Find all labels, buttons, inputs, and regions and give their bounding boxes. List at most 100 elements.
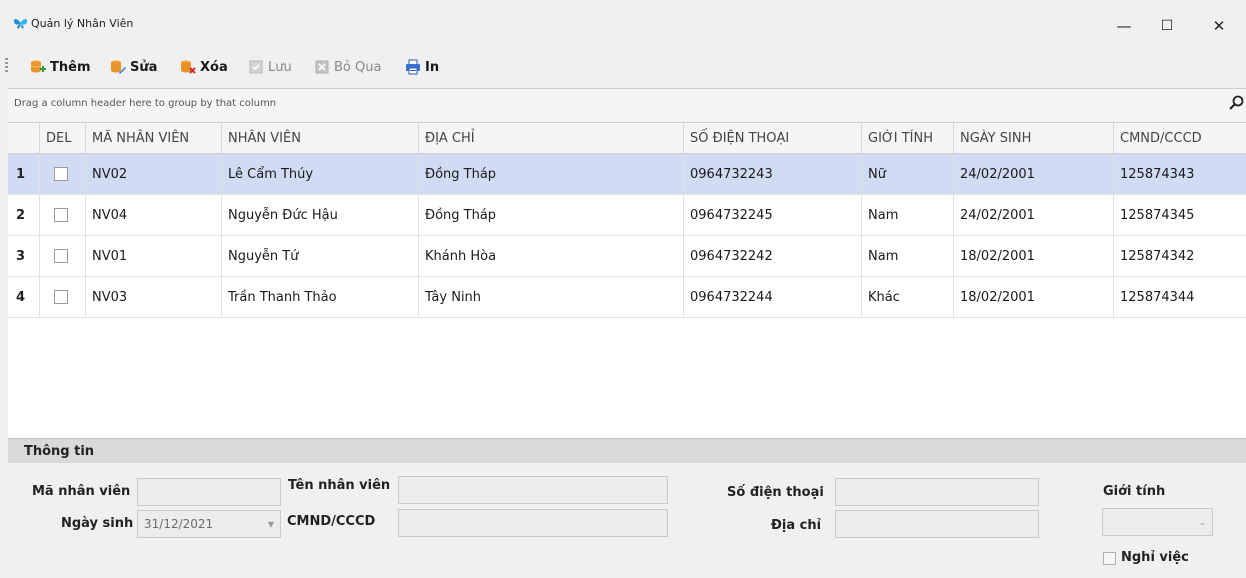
save-button[interactable]: Lưu	[248, 56, 292, 78]
nghi-viec-label: Nghỉ việc	[1121, 550, 1189, 565]
gioi-tinh-cell: Nam	[862, 195, 954, 235]
gioi-tinh-select[interactable]: ⌄	[1102, 508, 1213, 536]
dia-chi-cell: Đồng Tháp	[419, 154, 684, 194]
table-row[interactable]: 2 NV04 Nguyễn Đức Hậu Đồng Tháp 09647322…	[8, 195, 1246, 236]
column-header-ma-nv[interactable]: MÃ NHÂN VIÊN	[86, 123, 222, 154]
sdt-cell: 0964732242	[684, 236, 862, 276]
dia-chi-cell: Tây Ninh	[419, 277, 684, 317]
sdt-input[interactable]	[835, 478, 1039, 506]
del-cell	[40, 154, 86, 194]
row-number-header	[8, 123, 40, 154]
column-header-gioi-tinh[interactable]: GIỚI TÍNH	[862, 123, 954, 154]
table-row[interactable]: 3 NV01 Nguyễn Tứ Khánh Hòa 0964732242 Na…	[8, 236, 1246, 277]
cmnd-cell: 125874344	[1120, 289, 1195, 305]
ngay-sinh-cell: 18/02/2001	[954, 277, 1114, 317]
nghi-viec-checkbox[interactable]	[1103, 552, 1116, 565]
toolbar-grip[interactable]	[5, 58, 8, 72]
nhan-vien-cell: Lê Cẩm Thúy	[222, 154, 419, 194]
column-header-nhan-vien[interactable]: NHÂN VIÊN	[222, 123, 419, 154]
ma-nv-input[interactable]	[137, 478, 281, 506]
database-delete-icon	[181, 60, 196, 74]
info-panel-title: Thông tin	[24, 444, 95, 459]
grid-header: DEL MÃ NHÂN VIÊN NHÂN VIÊN ĐỊA CHỈ SỐ ĐI…	[8, 123, 1246, 154]
sdt-label: Số điện thoại	[727, 485, 824, 500]
del-checkbox[interactable]	[54, 167, 68, 181]
nhan-vien-cell: Nguyễn Đức Hậu	[222, 195, 419, 235]
toolbar: Thêm Sửa Xóa Lưu Bỏ Qua In	[0, 52, 1246, 82]
group-by-panel[interactable]: Drag a column header here to group by th…	[8, 88, 1246, 122]
gioi-tinh-label: Giới tính	[1103, 484, 1166, 499]
ngay-sinh-picker[interactable]: 31/12/2021 ▼	[137, 510, 281, 538]
ma-nv-cell: NV02	[86, 154, 222, 194]
row-number: 1	[8, 154, 40, 194]
del-checkbox[interactable]	[54, 249, 68, 263]
gioi-tinh-cell: Khác	[862, 277, 954, 317]
chevron-down-icon: ▼	[267, 520, 274, 529]
ten-nv-label: Tên nhân viên	[288, 478, 391, 493]
sdt-cell: 0964732244	[684, 277, 862, 317]
window-title: Quản lý Nhân Viên	[31, 17, 134, 30]
ngay-sinh-label: Ngày sinh	[61, 516, 134, 531]
cmnd-label: CMND/CCCD	[287, 514, 376, 529]
cmnd-cell: 125874342	[1120, 248, 1195, 264]
cmnd-input[interactable]	[398, 509, 668, 537]
del-checkbox[interactable]	[54, 208, 68, 222]
del-checkbox[interactable]	[54, 290, 68, 304]
edit-button[interactable]: Sửa	[110, 56, 157, 78]
cmnd-cell: 125874343	[1120, 166, 1195, 182]
dia-chi-input[interactable]	[835, 510, 1039, 538]
print-button[interactable]: In	[405, 56, 439, 78]
cmnd-cell: 125874345	[1120, 207, 1195, 223]
gioi-tinh-cell: Nam	[862, 236, 954, 276]
table-row[interactable]: 1 NV02 Lê Cẩm Thúy Đồng Tháp 0964732243 …	[8, 154, 1246, 195]
del-cell	[40, 195, 86, 235]
save-button-label: Lưu	[268, 59, 292, 75]
ma-nv-cell: NV04	[86, 195, 222, 235]
skip-button[interactable]: Bỏ Qua	[314, 56, 381, 78]
database-edit-icon	[111, 60, 126, 74]
dia-chi-label: Địa chỉ	[771, 518, 822, 533]
delete-button-label: Xóa	[200, 59, 228, 75]
gioi-tinh-cell: Nữ	[862, 154, 954, 194]
column-header-ngay-sinh[interactable]: NGÀY SINH	[954, 123, 1114, 154]
database-add-icon	[30, 60, 46, 73]
column-header-sdt[interactable]: SỐ ĐIỆN THOẠI	[684, 123, 862, 154]
employee-grid[interactable]: DEL MÃ NHÂN VIÊN NHÂN VIÊN ĐỊA CHỈ SỐ ĐI…	[8, 122, 1246, 438]
minimize-button[interactable]: —	[1104, 12, 1144, 40]
add-button[interactable]: Thêm	[30, 56, 91, 78]
add-button-label: Thêm	[50, 59, 91, 75]
edit-button-label: Sửa	[130, 59, 158, 75]
skip-button-label: Bỏ Qua	[334, 59, 382, 75]
row-number: 3	[8, 236, 40, 276]
column-header-cmnd[interactable]: CMND/CCCD	[1114, 123, 1246, 154]
nhan-vien-cell: Trần Thanh Thảo	[222, 277, 419, 317]
chevron-down-icon: ⌄	[1198, 518, 1206, 528]
maximize-button[interactable]: ☐	[1147, 12, 1187, 40]
ma-nv-cell: NV03	[86, 277, 222, 317]
save-icon	[249, 60, 263, 74]
row-number: 4	[8, 277, 40, 317]
ngay-sinh-cell: 24/02/2001	[954, 195, 1114, 235]
column-header-del[interactable]: DEL	[40, 123, 86, 154]
close-button[interactable]: ✕	[1199, 12, 1239, 40]
dia-chi-cell: Đồng Tháp	[419, 195, 684, 235]
del-cell	[40, 277, 86, 317]
table-row[interactable]: 4 NV03 Trần Thanh Thảo Tây Ninh 09647322…	[8, 277, 1246, 318]
group-by-hint: Drag a column header here to group by th…	[14, 98, 277, 109]
print-button-label: In	[425, 59, 440, 75]
search-icon[interactable]	[1228, 95, 1244, 111]
sdt-cell: 0964732243	[684, 154, 862, 194]
row-number: 2	[8, 195, 40, 235]
ngay-sinh-cell: 18/02/2001	[954, 236, 1114, 276]
ngay-sinh-value: 31/12/2021	[144, 517, 214, 531]
ma-nv-label: Mã nhân viên	[32, 484, 131, 499]
ma-nv-cell: NV01	[86, 236, 222, 276]
printer-icon	[406, 59, 420, 75]
cancel-icon	[315, 60, 329, 74]
ten-nv-input[interactable]	[398, 476, 668, 504]
delete-button[interactable]: Xóa	[180, 56, 228, 78]
title-bar: Quản lý Nhân Viên — ☐ ✕	[0, 0, 1246, 48]
column-header-dia-chi[interactable]: ĐỊA CHỈ	[419, 123, 684, 154]
del-cell	[40, 236, 86, 276]
info-panel-header: Thông tin	[8, 438, 1246, 463]
